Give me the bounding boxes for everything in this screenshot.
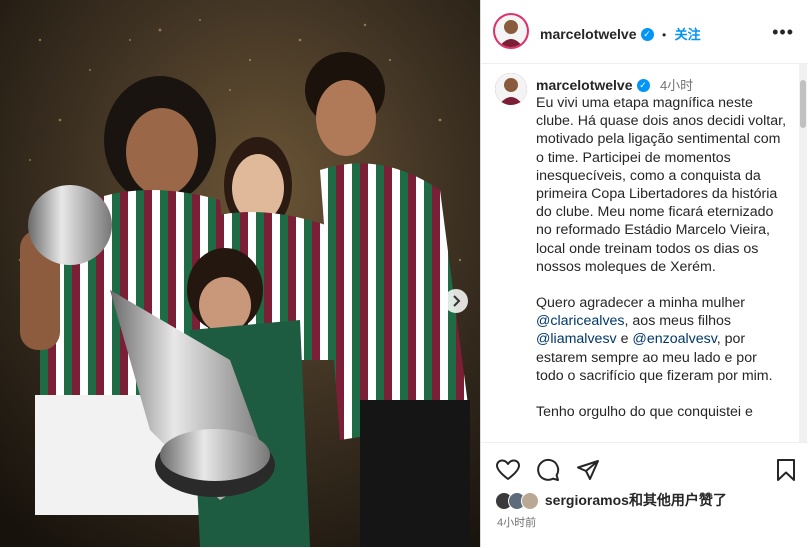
post-timestamp[interactable]: 4小时前 (497, 514, 536, 530)
separator-dot: • (661, 28, 667, 42)
caption-container[interactable]: marcelotwelve ✓ 4小时 Eu vivi uma etapa mag… (481, 64, 797, 442)
caption-scrollbar[interactable] (799, 64, 807, 442)
caption-time: 4小时 (659, 78, 694, 93)
verified-icon: ✓ (640, 28, 654, 42)
liker-username[interactable]: sergioramos (545, 492, 629, 508)
post-image (0, 0, 480, 547)
action-bar: sergioramos和其他用户赞了 4小时前 (481, 442, 808, 548)
more-options-icon[interactable]: ••• (772, 22, 794, 43)
follow-button[interactable]: 关注 (675, 27, 701, 42)
likes-suffix[interactable]: 和其他用户赞了 (629, 492, 727, 508)
header-username[interactable]: marcelotwelve (540, 26, 637, 42)
header-avatar[interactable] (493, 13, 529, 49)
chevron-right-icon (453, 295, 461, 307)
send-icon[interactable] (576, 458, 600, 482)
caption-text: Eu vivi uma etapa magnífica neste clube.… (536, 94, 788, 439)
caption-paragraph-3: Tenho orgulho do que conquistei e (536, 404, 753, 421)
mention-link[interactable]: @enzoalvesv (632, 331, 716, 347)
bookmark-icon[interactable] (776, 458, 796, 482)
liker-avatar (521, 492, 539, 511)
likes-summary[interactable]: sergioramos和其他用户赞了 (495, 490, 727, 511)
caption-paragraph-2: Quero agradecer a minha mulher @claricea… (536, 294, 788, 385)
mention-link[interactable]: @liamalvesv (536, 331, 617, 347)
caption-p2-text: , aos meus filhos (624, 313, 731, 330)
post-photo[interactable] (0, 0, 480, 547)
post-side-panel: marcelotwelve ✓ • 关注 ••• marcelotwelve ✓ 4… (481, 0, 808, 547)
scrollbar-thumb[interactable] (800, 80, 806, 128)
mention-link[interactable]: @claricealves (536, 313, 625, 329)
caption-paragraph-1: Eu vivi uma etapa magnífica neste clube.… (536, 95, 787, 275)
caption-p2-text: e (616, 331, 633, 348)
post-header: marcelotwelve ✓ • 关注 ••• (481, 0, 808, 64)
avatar-image (495, 15, 527, 47)
heart-icon[interactable] (496, 459, 520, 481)
caption-username[interactable]: marcelotwelve (536, 77, 633, 93)
caption-avatar[interactable] (495, 73, 527, 105)
caption-verified-icon: ✓ (636, 79, 650, 93)
caption-p2-text: Quero agradecer a minha mulher (536, 295, 745, 312)
liker-avatars (495, 492, 541, 511)
next-photo-button[interactable] (444, 289, 468, 313)
comment-icon[interactable] (536, 458, 560, 482)
caption-avatar-image (495, 73, 527, 105)
